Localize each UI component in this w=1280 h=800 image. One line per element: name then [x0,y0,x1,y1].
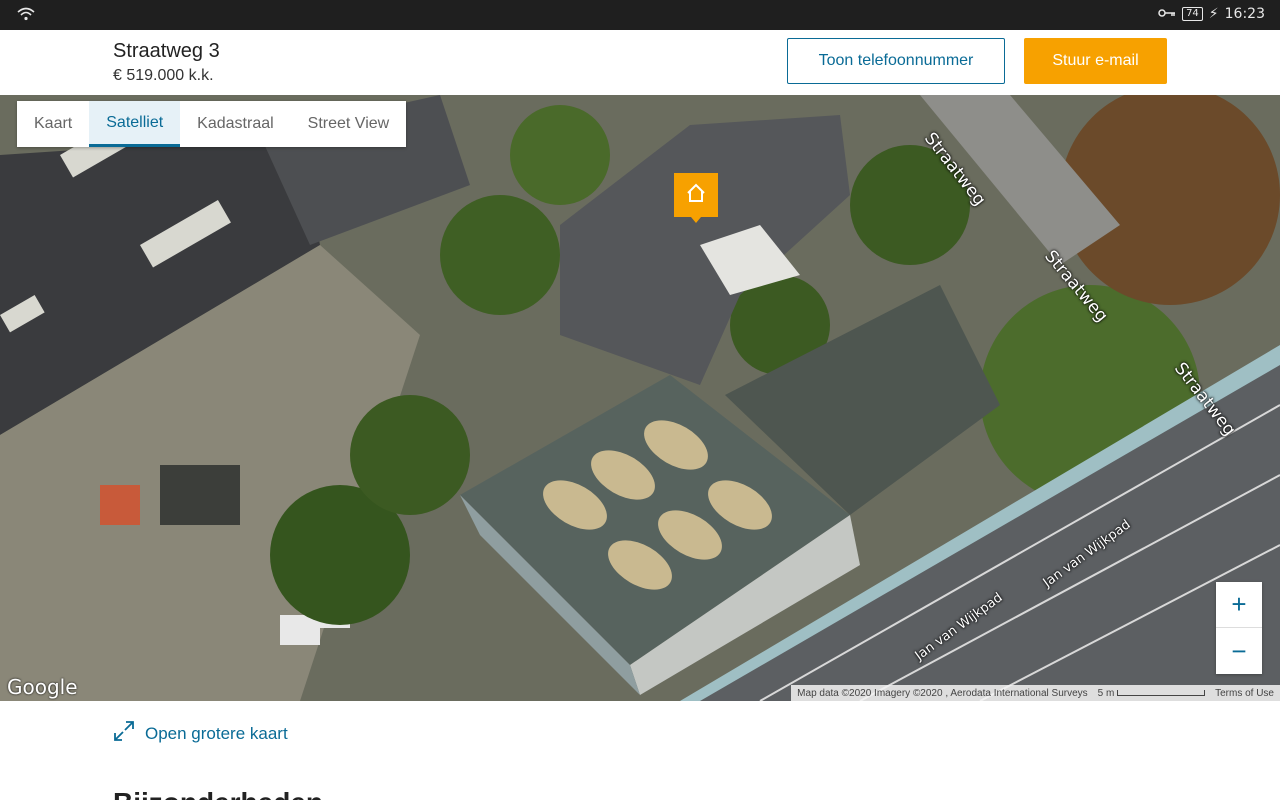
home-icon [685,182,707,209]
status-bar: 74 ⚡ 16:23 [0,0,1280,30]
map-attribution: Map data ©2020 Imagery ©2020 , Aerodata … [797,687,1088,699]
tab-kadastraal[interactable]: Kadastraal [180,101,291,147]
clock: 16:23 [1224,6,1265,22]
send-email-button[interactable]: Stuur e-mail [1024,38,1167,84]
listing-title: Straatweg 3 [113,40,220,62]
scale-indicator: 5 m [1098,688,1206,699]
section-heading: Bijzonderheden [113,786,323,800]
open-larger-map-link[interactable]: Open grotere kaart [113,720,288,747]
tab-satelliet[interactable]: Satelliet [89,101,181,147]
charging-icon: ⚡ [1208,6,1219,22]
zoom-controls: + − [1216,582,1262,674]
terms-link[interactable]: Terms of Use [1215,688,1274,699]
zoom-in-button[interactable]: + [1216,582,1262,628]
satellite-map[interactable]: Kaart Satelliet Kadastraal Street View S… [0,95,1280,701]
show-phone-button[interactable]: Toon telefoonnummer [787,38,1005,84]
tab-street-view[interactable]: Street View [291,101,407,147]
map-type-tabs: Kaart Satelliet Kadastraal Street View [17,101,407,147]
map-attribution-bar: Map data ©2020 Imagery ©2020 , Aerodata … [791,685,1280,701]
expand-icon [113,720,135,747]
zoom-out-button[interactable]: − [1216,628,1262,674]
tab-kaart[interactable]: Kaart [17,101,89,147]
google-logo: Google [7,675,78,699]
home-marker[interactable] [674,173,718,223]
scale-bar [1117,689,1206,696]
key-icon [1158,6,1176,22]
battery-indicator: 74 [1182,7,1203,21]
listing-price: € 519.000 k.k. [113,67,214,84]
open-larger-map-label: Open grotere kaart [145,723,288,743]
listing-header: Straatweg 3 € 519.000 k.k. Toon telefoon… [0,30,1280,95]
satellite-imagery [0,95,1280,701]
wifi-icon [17,7,35,25]
